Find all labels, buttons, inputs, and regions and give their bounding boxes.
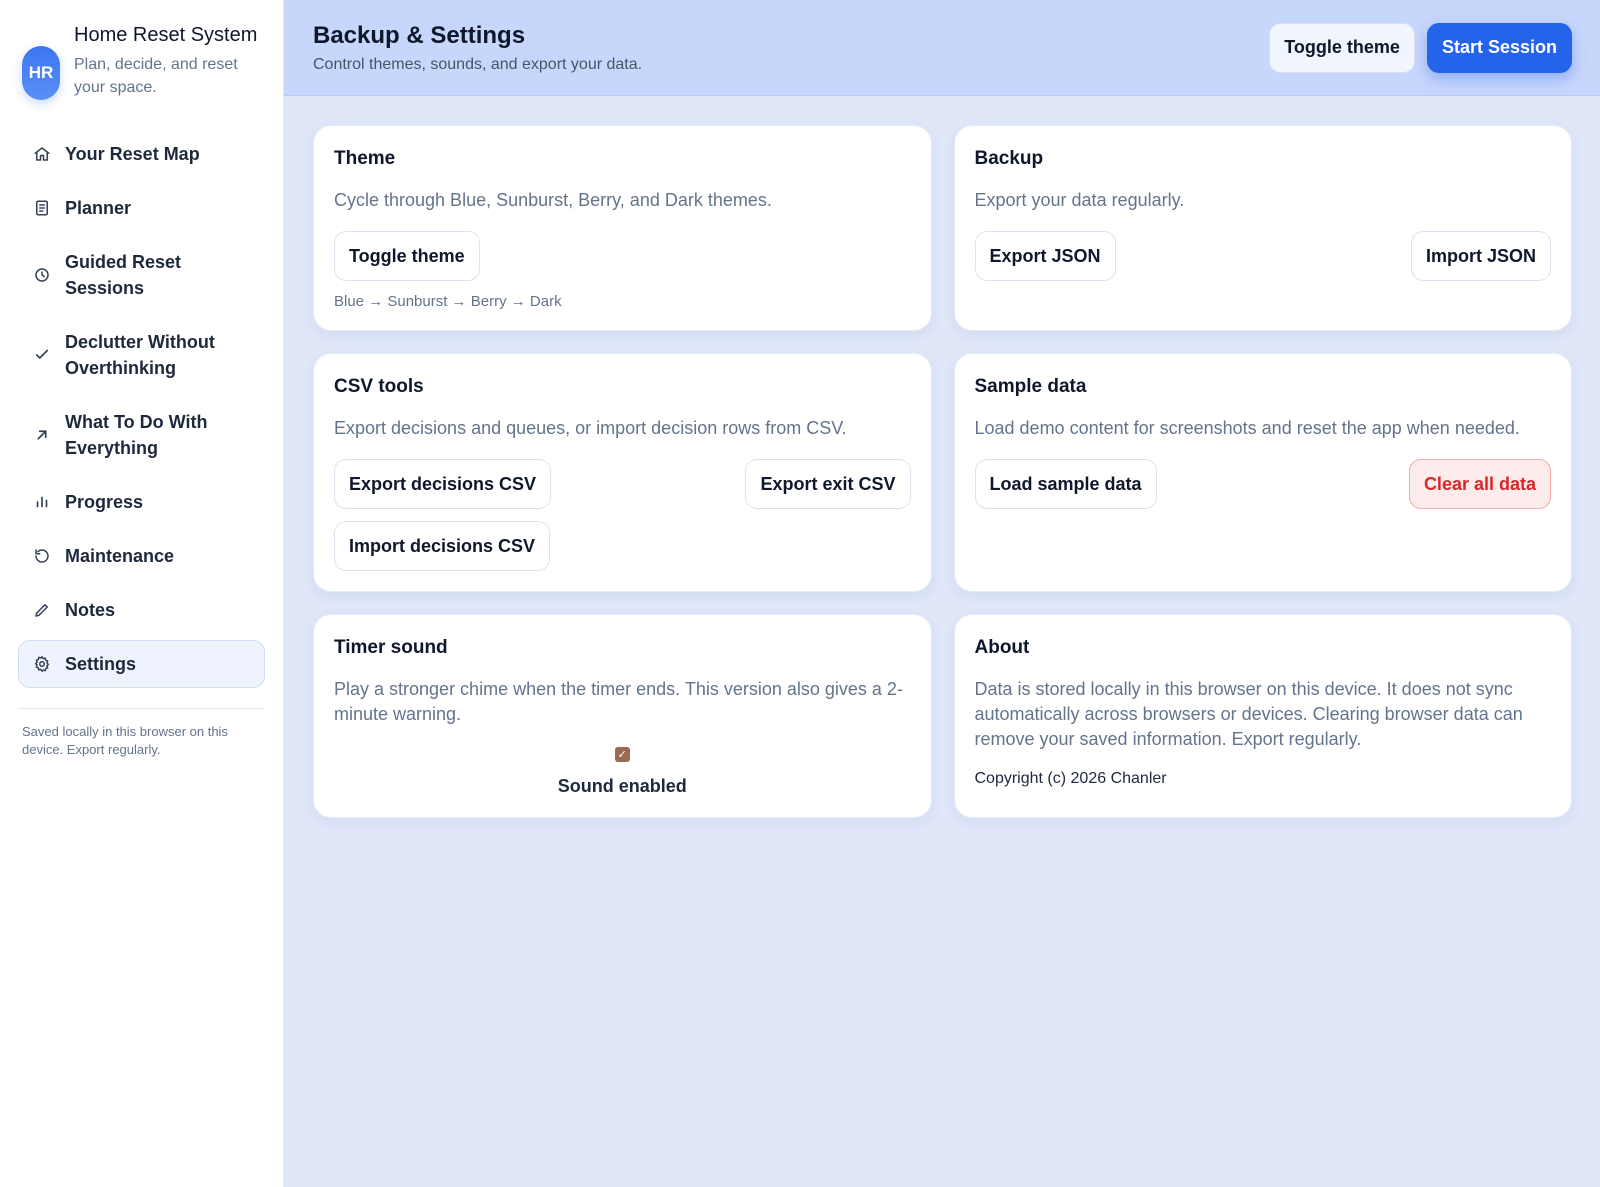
sidebar-item-label: Progress bbox=[65, 492, 144, 512]
copyright-text: Copyright (c) 2026 Chanler bbox=[974, 770, 1167, 787]
sidebar-item-progress[interactable]: Progress bbox=[18, 478, 265, 526]
start-session-button[interactable]: Start Session bbox=[1426, 22, 1572, 73]
settings-grid: Theme Cycle through Blue, Sunburst, Berr… bbox=[284, 96, 1600, 818]
csv-card-description: Export decisions and queues, or import d… bbox=[334, 418, 847, 438]
sidebar-item-label: Your Reset Map bbox=[65, 144, 200, 164]
sidebar-footer-note: Saved locally in this browser on this de… bbox=[22, 724, 228, 757]
sidebar-nav: Your Reset Map Planner Guided Reset Sess… bbox=[18, 130, 265, 688]
csv-card-title: CSV tools bbox=[334, 376, 424, 397]
document-icon bbox=[36, 200, 48, 216]
sidebar-item-label: Planner bbox=[65, 198, 132, 218]
about-card-description: Data is stored locally in this browser o… bbox=[974, 679, 1523, 749]
page-subtitle: Control themes, sounds, and export your … bbox=[313, 55, 643, 73]
check-icon bbox=[35, 349, 49, 359]
header-toggle-theme-button[interactable]: Toggle theme bbox=[1269, 22, 1415, 73]
sound-enabled-label: Sound enabled bbox=[557, 776, 687, 796]
arrow-up-right-icon bbox=[37, 430, 47, 440]
sidebar-item-label: Notes bbox=[65, 600, 116, 620]
import-json-button[interactable]: Import JSON bbox=[1410, 231, 1551, 281]
header-actions: Toggle theme Start Session bbox=[1269, 22, 1572, 73]
sidebar-item-label: Maintenance bbox=[65, 546, 175, 566]
brand-avatar: HR bbox=[22, 46, 60, 100]
gear-icon bbox=[34, 656, 50, 672]
backup-card-title: Backup bbox=[974, 148, 1044, 169]
sidebar-item-declutter[interactable]: Declutter Without Overthinking bbox=[18, 318, 265, 392]
about-card: About Data is stored locally in this bro… bbox=[953, 614, 1572, 818]
sidebar: HR Home Reset System Plan, decide, and r… bbox=[0, 0, 284, 1187]
toggle-theme-button[interactable]: Toggle theme bbox=[334, 231, 480, 281]
export-exit-csv-button[interactable]: Export exit CSV bbox=[745, 459, 911, 509]
main-content: Backup & Settings Control themes, sounds… bbox=[284, 0, 1600, 1187]
timer-card-title: Timer sound bbox=[334, 637, 448, 658]
sample-card-description: Load demo content for screenshots and re… bbox=[974, 418, 1520, 438]
sidebar-divider bbox=[18, 708, 265, 709]
export-json-button[interactable]: Export JSON bbox=[974, 231, 1116, 281]
brand: HR Home Reset System Plan, decide, and r… bbox=[18, 22, 265, 100]
import-decisions-csv-button[interactable]: Import decisions CSV bbox=[334, 521, 551, 571]
sidebar-item-notes[interactable]: Notes bbox=[18, 586, 265, 634]
page-title: Backup & Settings bbox=[313, 21, 526, 49]
about-card-title: About bbox=[974, 637, 1030, 658]
pencil-icon bbox=[35, 604, 48, 617]
refresh-icon bbox=[35, 549, 49, 563]
sample-card-title: Sample data bbox=[974, 376, 1087, 397]
clock-icon bbox=[35, 268, 49, 282]
sidebar-item-planner[interactable]: Planner bbox=[18, 184, 265, 232]
brand-subtitle: Plan, decide, and reset your space. bbox=[74, 56, 238, 96]
sidebar-item-your-reset-map[interactable]: Your Reset Map bbox=[18, 130, 265, 178]
load-sample-data-button[interactable]: Load sample data bbox=[974, 459, 1157, 509]
export-decisions-csv-button[interactable]: Export decisions CSV bbox=[334, 459, 552, 509]
csv-tools-card: CSV tools Export decisions and queues, o… bbox=[313, 353, 932, 592]
backup-card-description: Export your data regularly. bbox=[974, 190, 1185, 210]
app-root: HR Home Reset System Plan, decide, and r… bbox=[0, 0, 1600, 1187]
bar-chart-icon bbox=[36, 496, 48, 508]
page-header: Backup & Settings Control themes, sounds… bbox=[284, 0, 1600, 96]
sidebar-item-what-to-do[interactable]: What To Do With Everything bbox=[18, 398, 265, 472]
timer-card-description: Play a stronger chime when the timer end… bbox=[334, 679, 903, 724]
sample-data-card: Sample data Load demo content for screen… bbox=[953, 353, 1572, 592]
theme-card: Theme Cycle through Blue, Sunburst, Berr… bbox=[313, 125, 932, 331]
theme-card-title: Theme bbox=[334, 148, 396, 169]
checkmark-icon: ✓ bbox=[617, 749, 627, 761]
sidebar-item-label: What To Do With Everything bbox=[65, 412, 208, 458]
brand-title: Home Reset System bbox=[74, 24, 258, 46]
backup-card: Backup Export your data regularly. Expor… bbox=[953, 125, 1572, 331]
sidebar-item-guided-reset-sessions[interactable]: Guided Reset Sessions bbox=[18, 238, 265, 312]
theme-card-description: Cycle through Blue, Sunburst, Berry, and… bbox=[334, 190, 772, 210]
sound-enabled-checkbox[interactable]: ✓ bbox=[614, 747, 630, 762]
home-icon bbox=[34, 147, 50, 161]
sidebar-item-maintenance[interactable]: Maintenance bbox=[18, 532, 265, 580]
sidebar-item-label: Guided Reset Sessions bbox=[65, 252, 182, 298]
sidebar-item-label: Settings bbox=[65, 654, 137, 674]
timer-sound-card: Timer sound Play a stronger chime when t… bbox=[313, 614, 932, 818]
theme-cycle-hint: Blue → Sunburst → Berry → Dark bbox=[334, 293, 562, 310]
sidebar-item-label: Declutter Without Overthinking bbox=[65, 332, 215, 378]
clear-all-data-button[interactable]: Clear all data bbox=[1408, 459, 1551, 509]
sidebar-item-settings[interactable]: Settings bbox=[18, 640, 265, 688]
